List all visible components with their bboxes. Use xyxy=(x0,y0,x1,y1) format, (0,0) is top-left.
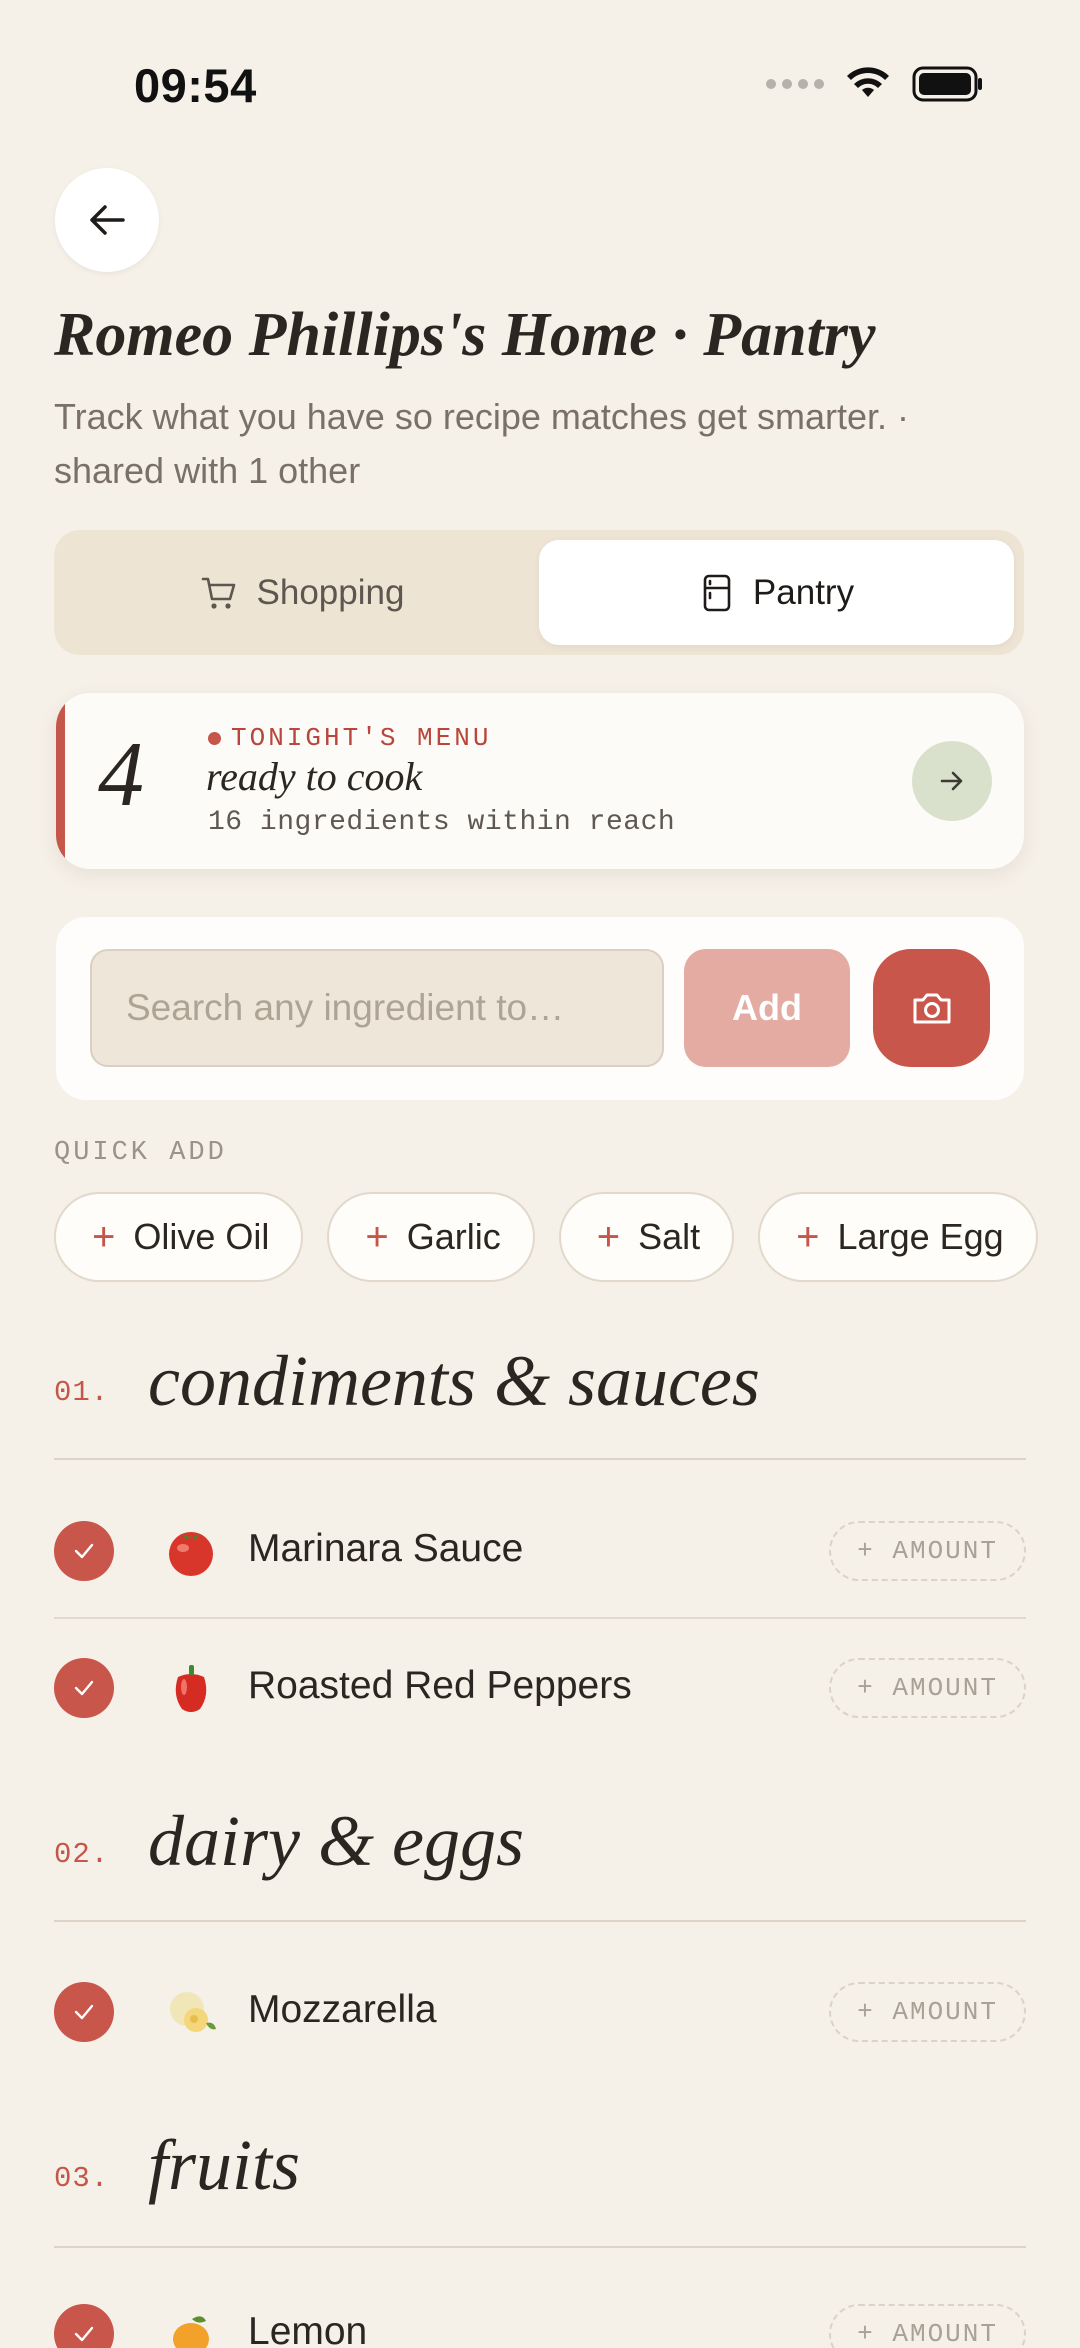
quick-add-chip[interactable]: + Large Egg xyxy=(758,1192,1038,1282)
plus-icon: + xyxy=(796,1215,820,1259)
quick-add-label: QUICK ADD xyxy=(54,1138,227,1168)
menu-subtext: 16 ingredients within reach xyxy=(208,807,676,838)
checked-icon[interactable] xyxy=(54,1658,114,1718)
status-bar: 09:54 xyxy=(0,0,1080,160)
scan-camera-button[interactable] xyxy=(873,949,990,1067)
pantry-item[interactable]: Lemon + AMOUNT xyxy=(54,2266,1026,2348)
add-ingredient-card: Add xyxy=(56,917,1024,1100)
menu-kicker-label: TONIGHT'S MENU xyxy=(231,723,492,753)
tomato-icon xyxy=(161,1521,221,1581)
back-button[interactable] xyxy=(55,168,159,272)
quick-add-chip[interactable]: + Olive Oil xyxy=(54,1192,304,1282)
list-type-switch: Shopping Pantry xyxy=(54,530,1024,655)
quick-add-chips: + Olive Oil + Garlic + Salt + Large Egg xyxy=(54,1192,1038,1282)
item-name: Marinara Sauce xyxy=(248,1527,524,1570)
checked-icon[interactable] xyxy=(54,2304,114,2348)
checked-icon[interactable] xyxy=(54,1521,114,1581)
plus-icon: + xyxy=(92,1215,116,1259)
quick-add-chip[interactable]: + Salt xyxy=(558,1192,735,1282)
section-header: 02. dairy & eggs xyxy=(54,1800,1026,1922)
section-divider xyxy=(54,1458,1026,1460)
wifi-icon xyxy=(847,67,889,97)
chip-label: Garlic xyxy=(406,1216,501,1257)
chip-label: Olive Oil xyxy=(133,1216,270,1257)
item-divider xyxy=(54,1617,1026,1619)
section-number: 03. xyxy=(54,2162,110,2195)
open-menu-button[interactable] xyxy=(912,741,992,821)
item-name: Mozzarella xyxy=(248,1988,437,2031)
cart-icon xyxy=(201,577,235,609)
camera-icon xyxy=(913,993,950,1024)
section-title: dairy & eggs xyxy=(148,1801,524,1881)
status-time: 09:54 xyxy=(134,59,257,112)
red-pepper-icon xyxy=(161,1658,221,1718)
section-header: 03. fruits xyxy=(54,2124,1026,2248)
cellular-signal-icon xyxy=(766,79,824,89)
section-title: fruits xyxy=(148,2125,301,2205)
lemon-icon xyxy=(161,2304,221,2348)
card-accent-bar xyxy=(56,693,65,869)
section-number: 01. xyxy=(54,1376,110,1409)
quick-add-chip[interactable]: + Garlic xyxy=(327,1192,535,1282)
page-subtitle: Track what you have so recipe matches ge… xyxy=(54,396,910,491)
pantry-item[interactable]: Mozzarella + AMOUNT xyxy=(54,1944,1026,2080)
section-divider xyxy=(54,2246,1026,2248)
arrow-left-icon xyxy=(90,205,125,235)
menu-kicker: TONIGHT'S MENU xyxy=(208,723,491,753)
section-number: 02. xyxy=(54,1838,110,1871)
section-title: condiments & sauces xyxy=(148,1341,760,1421)
menu-headline: ready to cook xyxy=(206,754,423,799)
checked-icon[interactable] xyxy=(54,1982,114,2042)
chip-label: Salt xyxy=(638,1216,701,1257)
tab-shopping-label: Shopping xyxy=(256,572,405,612)
add-button[interactable]: Add xyxy=(684,949,850,1067)
chip-label: Large Egg xyxy=(837,1216,1004,1257)
ingredient-search-input[interactable] xyxy=(90,949,664,1067)
add-amount-button[interactable]: + AMOUNT xyxy=(829,1658,1026,1718)
plus-icon: + xyxy=(596,1215,621,1259)
add-amount-button[interactable]: + AMOUNT xyxy=(829,1521,1026,1581)
tab-pantry[interactable]: Pantry xyxy=(539,540,1014,645)
cheese-icon xyxy=(161,1982,221,2042)
add-amount-button[interactable]: + AMOUNT xyxy=(829,1982,1026,2042)
section-header: 01. condiments & sauces xyxy=(54,1340,1026,1460)
item-name: Lemon xyxy=(248,2310,368,2348)
battery-icon xyxy=(912,66,982,102)
ready-count: 4 xyxy=(98,723,144,825)
plus-icon: + xyxy=(365,1215,389,1259)
tonights-menu-card[interactable]: 4 TONIGHT'S MENU ready to cook 16 ingred… xyxy=(56,693,1024,869)
tab-shopping[interactable]: Shopping xyxy=(64,540,539,645)
arrow-right-icon xyxy=(940,771,963,791)
add-amount-button[interactable]: + AMOUNT xyxy=(829,2304,1026,2348)
pantry-item[interactable]: Marinara Sauce + AMOUNT xyxy=(54,1483,1026,1619)
item-name: Roasted Red Peppers xyxy=(248,1664,632,1707)
fridge-icon xyxy=(703,574,731,611)
dot-icon xyxy=(208,731,221,745)
tab-pantry-label: Pantry xyxy=(752,572,855,612)
section-divider xyxy=(54,1920,1026,1922)
page-title: Romeo Phillips's Home · Pantry xyxy=(54,301,876,369)
pantry-item[interactable]: Roasted Red Peppers + AMOUNT xyxy=(54,1620,1026,1756)
status-icons xyxy=(766,66,984,102)
